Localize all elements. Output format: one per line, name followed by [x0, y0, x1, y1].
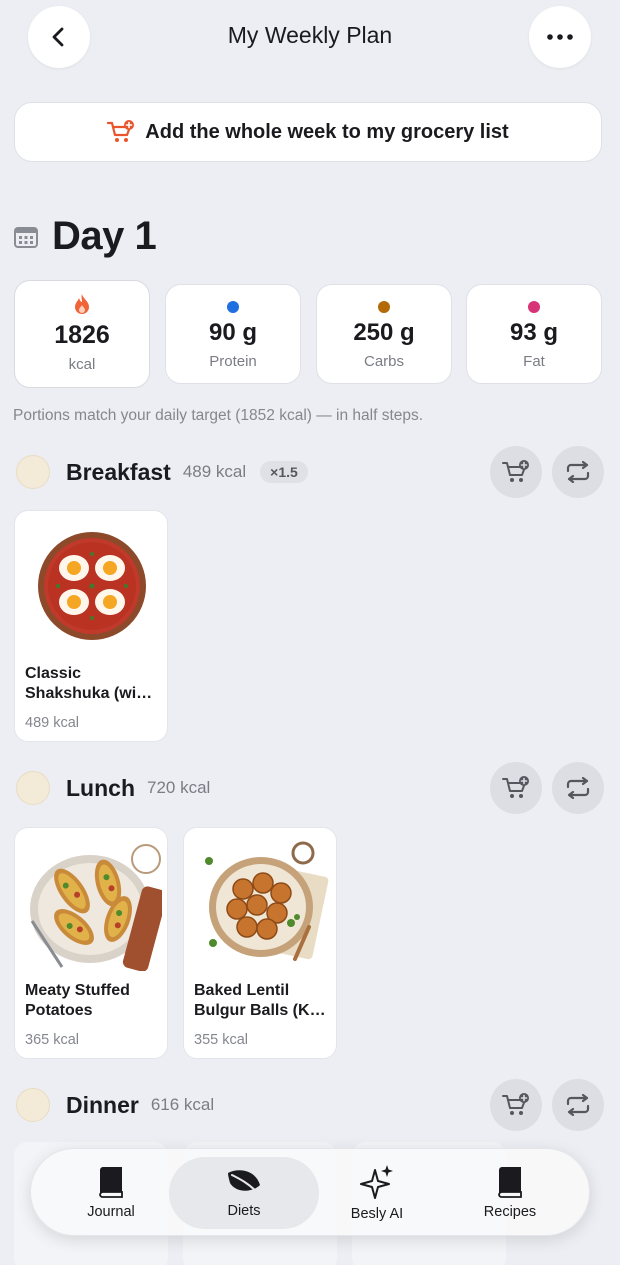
flame-icon	[75, 294, 89, 314]
dinner-add-to-cart-button[interactable]	[490, 1079, 542, 1131]
tab-journal[interactable]: Journal	[36, 1157, 186, 1229]
lunch-swap-button[interactable]	[552, 762, 604, 814]
lunch-title: Lunch	[66, 774, 135, 801]
breakfast-swap-button[interactable]	[552, 446, 604, 498]
recipe-card[interactable]: Classic Shakshuka (wi… 489 kcal	[14, 510, 168, 742]
swap-icon	[566, 461, 590, 483]
swap-icon	[566, 777, 590, 799]
fat-label: Fat	[523, 353, 545, 370]
fat-card: 93 g Fat	[466, 284, 602, 384]
bottom-tab-bar: Journal Diets Besly AI Recipes	[30, 1148, 590, 1236]
more-button[interactable]	[529, 6, 591, 68]
portion-note: Portions match your daily target (1852 k…	[13, 407, 424, 424]
cart-plus-icon	[502, 776, 529, 798]
kcal-label: kcal	[68, 356, 96, 373]
tab-label: Journal	[87, 1204, 135, 1220]
cart-plus-icon	[502, 460, 529, 482]
more-horizontal-icon	[547, 34, 573, 40]
tab-label: Besly AI	[350, 1206, 404, 1222]
tab-diets[interactable]: Diets	[169, 1157, 319, 1229]
carbs-card: 250 g Carbs	[316, 284, 452, 384]
recipe-kcal: 489 kcal	[25, 715, 80, 731]
dinner-kcal: 616 kcal	[150, 1095, 215, 1114]
swap-icon	[566, 1094, 590, 1116]
sparkles-icon	[360, 1165, 393, 1199]
day-heading: Day 1	[14, 214, 157, 259]
breakfast-title: Breakfast	[66, 458, 171, 485]
breakfast-add-to-cart-button[interactable]	[490, 446, 542, 498]
breakfast-kcal: 489 kcal	[182, 462, 247, 481]
dinner-icon	[16, 1088, 50, 1122]
cart-plus-icon	[502, 1093, 529, 1115]
book-icon	[498, 1167, 522, 1198]
tab-label: Recipes	[483, 1204, 537, 1220]
lunch-kcal: 720 kcal	[147, 778, 211, 797]
lunch-add-to-cart-button[interactable]	[490, 762, 542, 814]
carbs-dot	[378, 301, 390, 313]
lunch-icon	[16, 771, 50, 805]
protein-value: 90 g	[208, 319, 258, 346]
protein-dot	[227, 301, 239, 313]
portion-multiplier-badge: ×1.5	[260, 461, 308, 483]
recipe-name: Meaty Stuffed Potatoes	[25, 982, 130, 1019]
page-title: My Weekly Plan	[227, 22, 393, 48]
recipe-kcal: 355 kcal	[194, 1032, 249, 1048]
stuffed-potatoes-image	[15, 828, 167, 973]
carbs-label: Carbs	[363, 353, 404, 370]
book-icon	[99, 1167, 123, 1198]
protein-card: 90 g Protein	[165, 284, 301, 384]
dinner-swap-button[interactable]	[552, 1079, 604, 1131]
lentil-balls-image	[184, 828, 336, 973]
tab-besly-ai[interactable]: Besly AI	[302, 1157, 452, 1229]
recipe-name: Baked Lentil Bulgur Balls (K…	[194, 982, 326, 1019]
tab-label: Diets	[227, 1203, 261, 1219]
grocery-button-label: Add the whole week to my grocery list	[145, 120, 509, 143]
fat-dot	[528, 301, 540, 313]
leaf-icon	[228, 1170, 260, 1194]
carbs-value: 250 g	[353, 319, 415, 346]
recipe-card[interactable]: Meaty Stuffed Potatoes 365 kcal	[14, 827, 168, 1059]
header: My Weekly Plan	[0, 0, 620, 80]
calendar-icon	[14, 226, 38, 248]
kcal-card: 1826 kcal	[14, 280, 150, 388]
kcal-value: 1826	[54, 321, 110, 349]
shakshuka-image	[15, 511, 167, 656]
recipe-name: Classic Shakshuka (wi…	[25, 665, 153, 702]
protein-label: Protein	[209, 353, 257, 370]
day-title: Day 1	[52, 214, 157, 258]
dinner-title: Dinner	[66, 1091, 139, 1118]
fat-value: 93 g	[509, 319, 559, 346]
breakfast-icon	[16, 455, 50, 489]
recipe-kcal: 365 kcal	[25, 1032, 80, 1048]
tab-recipes[interactable]: Recipes	[435, 1157, 585, 1229]
cart-plus-icon	[107, 120, 135, 142]
add-week-to-grocery-button[interactable]: Add the whole week to my grocery list	[14, 102, 602, 162]
recipe-card[interactable]: Baked Lentil Bulgur Balls (K… 355 kcal	[183, 827, 337, 1059]
